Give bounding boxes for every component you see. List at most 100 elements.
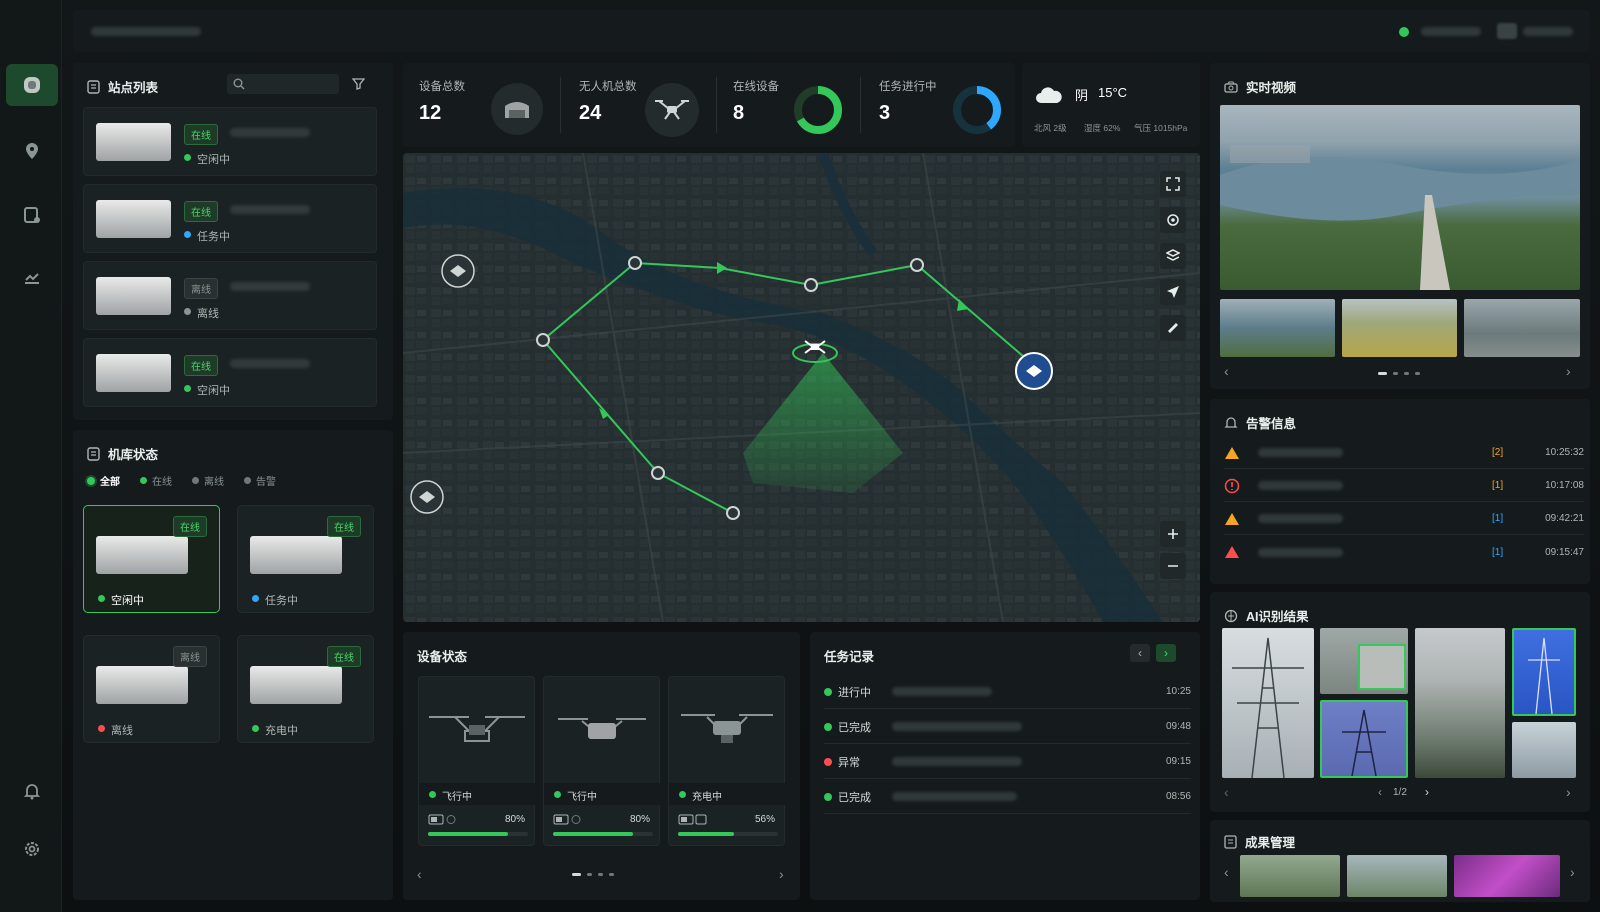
filter-offline-dot xyxy=(192,477,199,484)
filter-icon[interactable] xyxy=(352,77,365,90)
video-thumb[interactable] xyxy=(1342,299,1457,357)
filter-online[interactable]: 在线 xyxy=(140,473,172,488)
hangar-status: 空闲中 xyxy=(111,595,144,607)
station-item[interactable]: 在线 空闲中 xyxy=(83,338,377,407)
ai-page-prev[interactable]: ‹ xyxy=(1378,785,1382,799)
task-name-redacted xyxy=(892,687,992,696)
battery-icon xyxy=(678,814,707,825)
station-item[interactable]: 在线 任务中 xyxy=(83,184,377,253)
sidebar-item-settings[interactable] xyxy=(6,828,58,870)
device-prev-arrow[interactable]: ‹ xyxy=(417,866,422,882)
hangar-card[interactable]: 在线 充电中 xyxy=(237,635,374,743)
task-next-button[interactable]: › xyxy=(1156,644,1176,662)
active-dock-marker[interactable] xyxy=(1015,352,1053,390)
ai-result-image[interactable] xyxy=(1222,628,1314,778)
video-thumb[interactable] xyxy=(1220,299,1335,357)
navigate-button[interactable] xyxy=(1160,279,1186,305)
sidebar-item-notifications[interactable] xyxy=(6,770,58,812)
dock-marker[interactable] xyxy=(441,254,475,288)
bell-icon xyxy=(23,784,41,800)
result-thumb[interactable] xyxy=(1240,855,1340,897)
zoom-out-button[interactable] xyxy=(1160,553,1186,579)
task-name-redacted xyxy=(892,757,1022,766)
video-next-arrow[interactable]: › xyxy=(1566,363,1571,379)
ai-result-image[interactable] xyxy=(1512,628,1576,716)
ai-result-image[interactable] xyxy=(1320,628,1408,694)
alarm-time: 09:42:21 xyxy=(1545,513,1584,524)
ai-result-image[interactable] xyxy=(1415,628,1505,778)
filter-offline[interactable]: 离线 xyxy=(192,473,224,488)
measure-button[interactable] xyxy=(1160,315,1186,341)
hangar-image xyxy=(96,666,188,704)
sidebar-item-analytics[interactable] xyxy=(6,256,58,298)
task-row[interactable]: 已完成 09:48 xyxy=(824,710,1191,744)
alarm-row[interactable]: [1] 10:17:08 xyxy=(1224,470,1584,502)
station-search-input[interactable] xyxy=(227,74,339,94)
live-video-header: 实时视频 xyxy=(1224,77,1296,96)
ai-result-image[interactable] xyxy=(1320,700,1408,778)
hangar-card[interactable]: 在线 任务中 xyxy=(237,505,374,613)
alarm-time: 09:15:47 xyxy=(1545,546,1584,558)
status-dot xyxy=(184,385,191,392)
layers-button[interactable] xyxy=(1160,243,1186,269)
device-card[interactable]: 充电中 56% xyxy=(668,676,786,846)
avatar[interactable] xyxy=(1497,23,1517,39)
fullscreen-icon xyxy=(1166,177,1180,191)
alarm-row[interactable]: [1] 09:15:47 xyxy=(1224,536,1584,568)
video-thumb[interactable] xyxy=(1464,299,1580,357)
device-card[interactable]: 飞行中 80% xyxy=(543,676,661,846)
ai-next-arrow[interactable]: › xyxy=(1566,784,1571,800)
map-view[interactable] xyxy=(403,153,1200,622)
main-video-feed[interactable] xyxy=(1220,105,1580,290)
video-prev-arrow[interactable]: ‹ xyxy=(1224,363,1229,379)
app-root: 站点列表 在线 空闲中 在线 任务中 离线 离线 在线 空闲中 机库状态 全部 … xyxy=(0,0,1600,912)
ai-result-image[interactable] xyxy=(1512,722,1576,778)
station-item[interactable]: 离线 离线 xyxy=(83,261,377,330)
hangar-status-title: 机库状态 xyxy=(108,448,159,462)
page-dot xyxy=(1393,372,1398,375)
ai-page-next[interactable]: › xyxy=(1425,785,1429,799)
error-circle-icon xyxy=(1224,478,1240,493)
hangar-status-header: 机库状态 xyxy=(87,444,158,463)
battery-percent: 80% xyxy=(504,814,525,825)
ai-prev-arrow[interactable]: ‹ xyxy=(1224,784,1229,800)
alarm-row[interactable]: [1] 09:42:21 xyxy=(1224,503,1584,535)
dock-image xyxy=(96,123,171,161)
dock-marker[interactable] xyxy=(410,480,444,514)
results-next-arrow[interactable]: › xyxy=(1570,864,1575,880)
task-row[interactable]: 已完成 08:56 xyxy=(824,780,1191,814)
station-status: 空闲中 xyxy=(197,385,230,397)
locate-button[interactable] xyxy=(1160,207,1186,233)
result-thumb[interactable] xyxy=(1454,855,1560,897)
device-card[interactable]: 飞行中 80% xyxy=(418,676,536,846)
battery-bar xyxy=(678,832,778,836)
result-thumb[interactable] xyxy=(1347,855,1447,897)
station-item[interactable]: 在线 空闲中 xyxy=(83,107,377,176)
gear-icon xyxy=(25,842,39,856)
filter-all[interactable]: 全部 xyxy=(87,473,120,488)
hangar-icon xyxy=(87,446,100,461)
alarm-text-redacted xyxy=(1258,481,1343,490)
filter-alarm[interactable]: 告警 xyxy=(244,473,276,488)
fullscreen-button[interactable] xyxy=(1160,171,1186,197)
sidebar-item-home[interactable] xyxy=(6,64,58,106)
task-prev-button[interactable]: ‹ xyxy=(1130,644,1150,662)
navigation-icon xyxy=(1167,286,1179,298)
stat-label: 在线设备 xyxy=(733,81,779,93)
device-next-arrow[interactable]: › xyxy=(779,866,784,882)
results-header: 成果管理 xyxy=(1224,832,1295,851)
hangar-badge: 离线 xyxy=(173,646,207,667)
dock-image xyxy=(96,354,171,392)
zoom-in-button[interactable] xyxy=(1160,521,1186,547)
battery-percent: 56% xyxy=(754,814,775,825)
sidebar-item-location[interactable] xyxy=(6,130,58,172)
hangar-card[interactable]: 在线 空闲中 xyxy=(83,505,220,613)
sidebar-item-device[interactable] xyxy=(6,194,58,236)
task-row[interactable]: 进行中 10:25 xyxy=(824,675,1191,709)
video-pagination[interactable] xyxy=(1378,372,1420,375)
results-prev-arrow[interactable]: ‹ xyxy=(1224,864,1229,880)
device-pagination[interactable] xyxy=(572,873,614,876)
alarm-row[interactable]: [2] 10:25:32 xyxy=(1224,437,1584,469)
task-row[interactable]: 异常 09:15 xyxy=(824,745,1191,779)
hangar-card[interactable]: 离线 离线 xyxy=(83,635,220,743)
